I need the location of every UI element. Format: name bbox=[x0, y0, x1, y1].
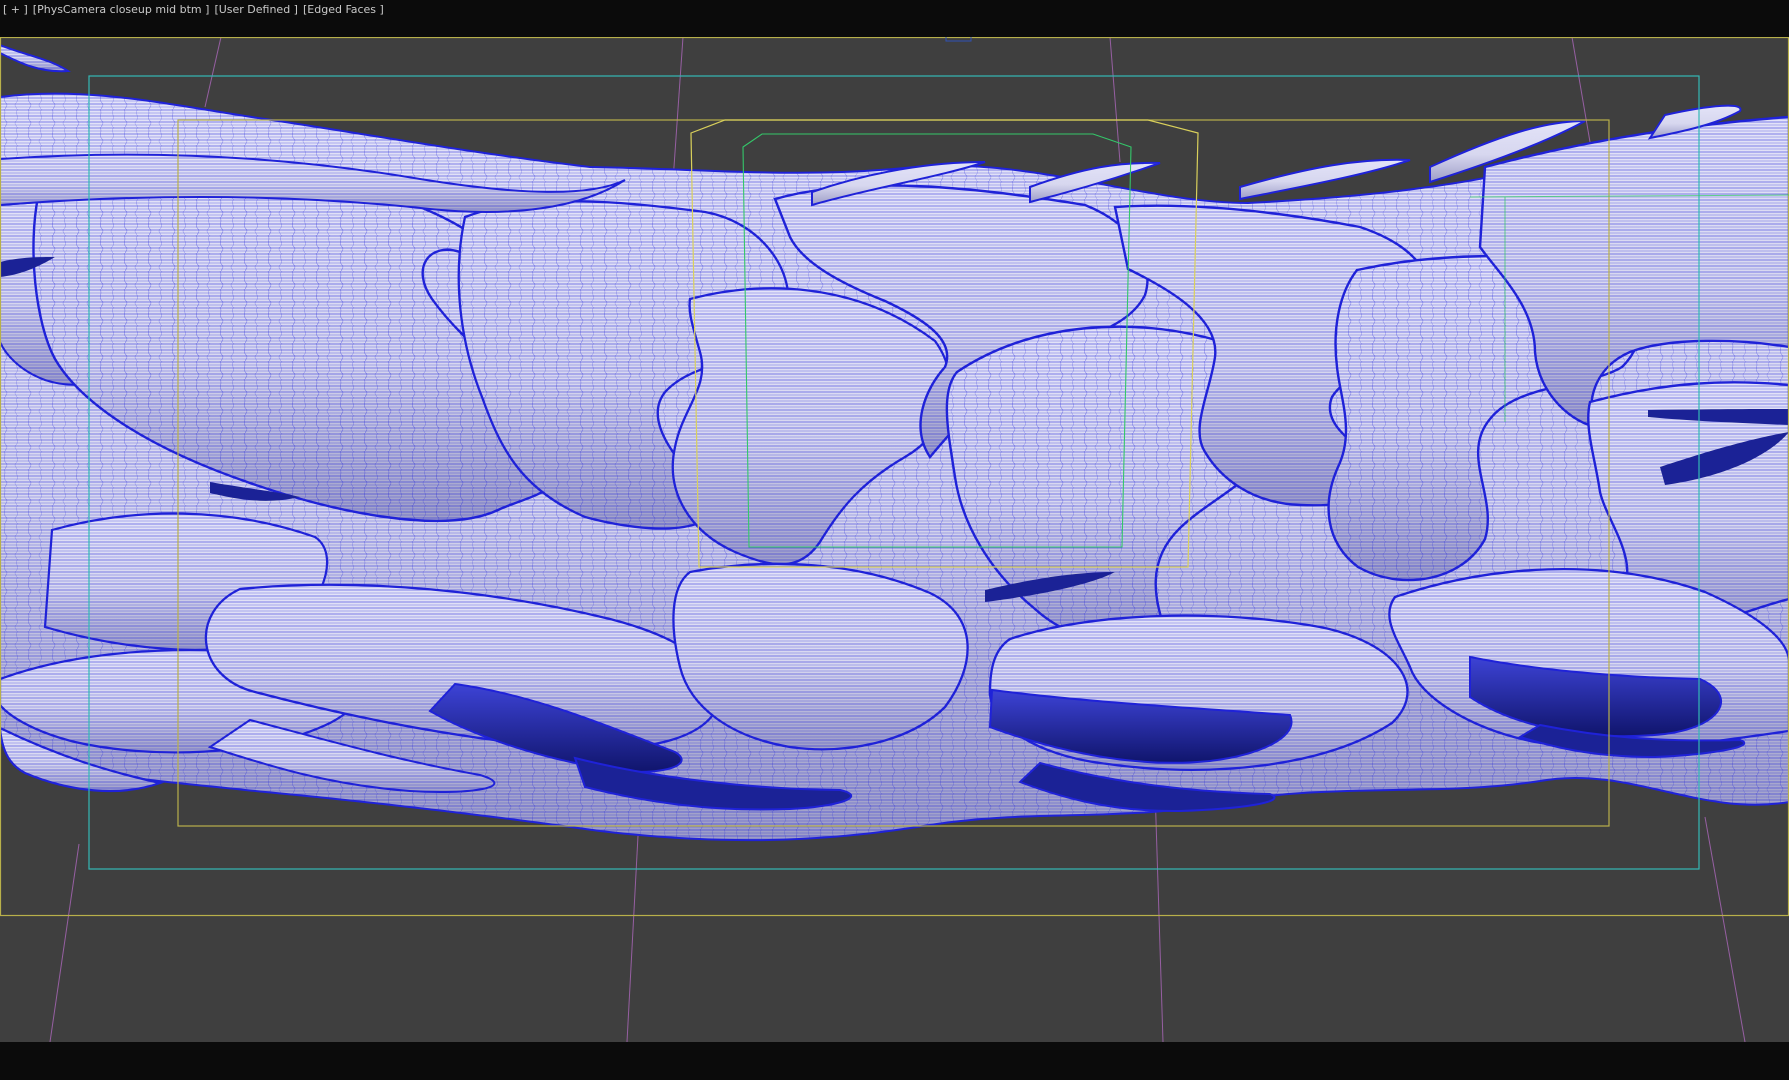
physical-camera-viewport[interactable] bbox=[0, 37, 1789, 1042]
viewport-footer bbox=[0, 1042, 1789, 1080]
viewport-menu-plus-button[interactable]: [ + ] bbox=[3, 2, 28, 18]
3d-viewport-application: [ + ] [PhysCamera closeup mid btm ] [Use… bbox=[0, 0, 1789, 1080]
viewport-label-bar: [ + ] [PhysCamera closeup mid btm ] [Use… bbox=[3, 2, 384, 18]
viewport-render[interactable] bbox=[0, 37, 1789, 1042]
display-mode-selector[interactable]: [Edged Faces ] bbox=[303, 2, 384, 18]
shading-mode-selector[interactable]: [User Defined ] bbox=[214, 2, 298, 18]
viewport-header: [ + ] [PhysCamera closeup mid btm ] [Use… bbox=[0, 0, 1789, 37]
camera-selector[interactable]: [PhysCamera closeup mid btm ] bbox=[33, 2, 210, 18]
